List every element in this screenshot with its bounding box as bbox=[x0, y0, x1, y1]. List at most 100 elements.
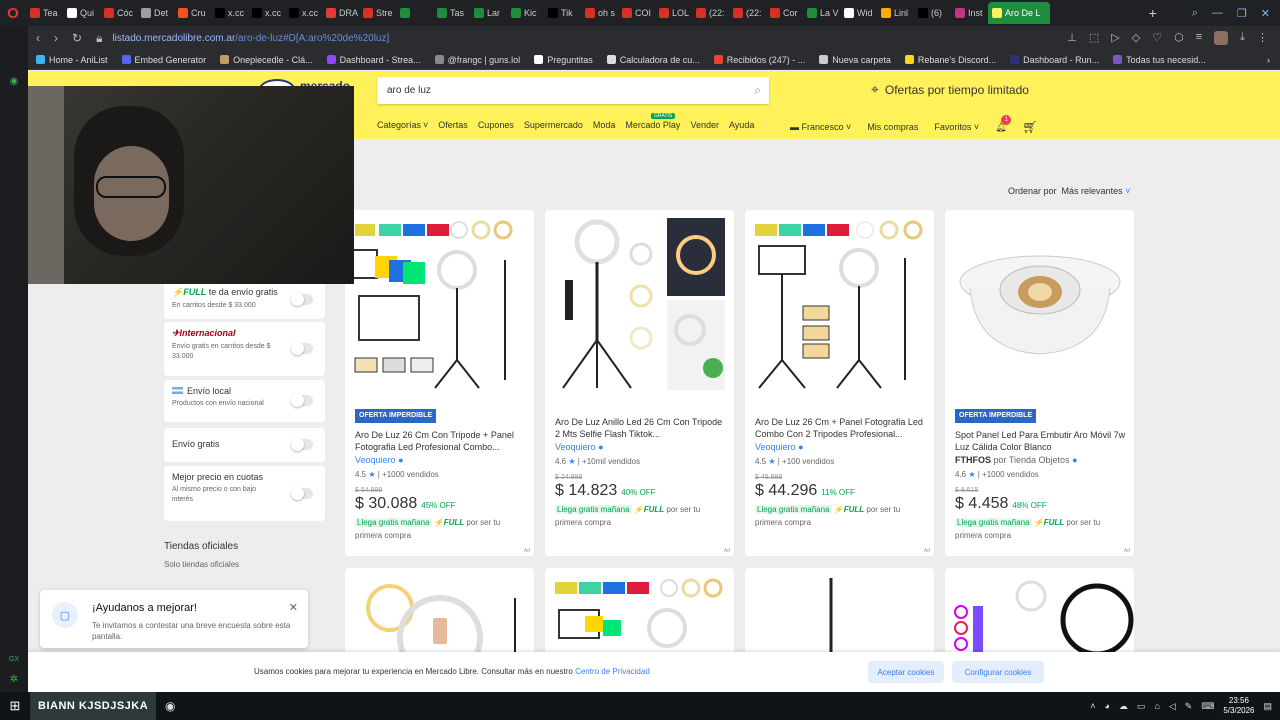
nav-item[interactable]: Categorías bbox=[377, 120, 421, 130]
browser-tab[interactable]: (22: bbox=[692, 2, 729, 24]
opera-logo-icon[interactable]: O bbox=[0, 0, 26, 26]
sidebar-settings-icon[interactable]: ✲ bbox=[7, 674, 21, 688]
notifications-icon[interactable]: ▤ bbox=[1263, 701, 1272, 712]
promo-banner[interactable]: ⌖ Ofertas por tiempo limitado bbox=[871, 81, 1029, 98]
browser-tab[interactable]: La V bbox=[803, 2, 840, 24]
user-menu[interactable]: ▬ Francesco ˅ bbox=[790, 122, 851, 132]
filter-toggle[interactable] bbox=[291, 293, 313, 306]
my-purchases-link[interactable]: Mis compras bbox=[867, 122, 918, 132]
bookmark-item[interactable]: Recibidos (247) - ... bbox=[713, 55, 805, 65]
search-input[interactable]: aro de luz ⌕ bbox=[377, 77, 769, 104]
filter-envio-local[interactable]: Envío local Productos con envío nacional bbox=[164, 380, 325, 422]
filter-cuotas[interactable]: Mejor precio en cuotas Al mismo precio o… bbox=[164, 466, 325, 521]
language-icon[interactable]: ⌨ bbox=[1201, 701, 1214, 712]
browser-tab[interactable]: COI bbox=[618, 2, 655, 24]
feedback-link[interactable]: Te invitamos a contestar una breve encue… bbox=[92, 620, 292, 642]
browser-tab[interactable]: Cóc bbox=[100, 2, 137, 24]
browser-tab[interactable]: x.cc bbox=[211, 2, 248, 24]
nav-item[interactable]: Ayuda bbox=[729, 120, 754, 130]
bookmark-item[interactable]: Home - AniList bbox=[36, 55, 108, 65]
browser-tab[interactable]: Linl bbox=[877, 2, 914, 24]
url-field[interactable]: listado.mercadolibre.com.ar/aro-de-luz#D… bbox=[112, 33, 1053, 44]
nav-item[interactable]: Ofertas bbox=[438, 120, 468, 130]
play-icon[interactable]: ▷ bbox=[1111, 31, 1119, 45]
search-icon[interactable]: ⌕ bbox=[754, 83, 761, 98]
product-seller[interactable]: Veoquiero ● bbox=[555, 441, 727, 453]
pen-icon[interactable]: ✎ bbox=[1185, 701, 1193, 712]
back-icon[interactable]: ‹ bbox=[36, 31, 40, 45]
new-tab-icon[interactable]: + bbox=[1144, 5, 1162, 21]
filter-toggle[interactable] bbox=[291, 486, 313, 500]
accept-cookies-button[interactable]: Aceptar cookies bbox=[868, 661, 944, 683]
product-card[interactable]: Aro De Luz Anillo Led 26 Cm Con Tripode … bbox=[545, 210, 734, 556]
browser-tab[interactable]: Cor bbox=[766, 2, 803, 24]
official-stores-link[interactable]: Solo tiendas oficiales bbox=[164, 560, 239, 569]
battery-icon[interactable]: ▭ bbox=[1137, 701, 1146, 712]
cart-icon[interactable]: 🛒︎ bbox=[1023, 120, 1038, 134]
filter-internacional[interactable]: ✈Internacional Envío gratis en carritos … bbox=[164, 322, 325, 376]
heart-icon[interactable]: ♡ bbox=[1152, 31, 1162, 45]
download-icon[interactable]: ⤓ bbox=[1240, 31, 1245, 45]
network-icon[interactable]: ⌂ bbox=[1154, 701, 1159, 711]
bookmarks-more-icon[interactable]: › bbox=[1267, 55, 1280, 65]
sidebar-whatsapp-icon[interactable]: ◉ bbox=[7, 76, 21, 90]
browser-tab[interactable]: Qui bbox=[63, 2, 100, 24]
chrome-tray-icon[interactable]: ◕ bbox=[1104, 701, 1109, 711]
favorites-link[interactable]: Favoritos ˅ bbox=[934, 122, 979, 132]
product-image[interactable] bbox=[545, 210, 734, 400]
product-card[interactable]: Aro De Luz 26 Cm + Panel Fotografia Led … bbox=[745, 210, 934, 556]
product-card[interactable]: OFERTA IMPERDIBLE Aro De Luz 26 Cm Con Tr… bbox=[345, 210, 534, 556]
browser-tab[interactable]: Tea bbox=[26, 2, 63, 24]
nav-item[interactable]: Cupones bbox=[478, 120, 514, 130]
sort-control[interactable]: Ordenar por Más relevantes ˅ bbox=[1008, 186, 1130, 196]
product-seller[interactable]: Veoquiero ● bbox=[755, 441, 927, 453]
close-icon[interactable]: ✕ bbox=[289, 601, 298, 614]
product-seller[interactable]: Veoquiero ● bbox=[355, 454, 527, 466]
product-title[interactable]: Aro De Luz 26 Cm Con Tripode + Panel Fot… bbox=[355, 429, 527, 453]
privacy-link[interactable]: Centro de Privacidad bbox=[575, 667, 650, 676]
filter-full[interactable]: ⚡FULL te da envío gratis En carritos des… bbox=[164, 281, 325, 319]
browser-tab[interactable]: x.cc bbox=[248, 2, 285, 24]
reload-icon[interactable]: ↻ bbox=[72, 31, 82, 45]
browser-tab[interactable]: Det bbox=[137, 2, 174, 24]
nav-item[interactable]: Supermercado bbox=[524, 120, 583, 130]
vpn-icon[interactable]: ◇ bbox=[1132, 31, 1140, 45]
bookmark-item[interactable]: @frangc | guns.lol bbox=[434, 55, 520, 65]
product-image[interactable] bbox=[945, 210, 1134, 400]
obs-icon[interactable]: ◉ bbox=[156, 692, 184, 720]
filter-toggle[interactable] bbox=[291, 438, 313, 451]
bookmark-item[interactable]: Embed Generator bbox=[121, 55, 206, 65]
browser-tab[interactable]: Lar bbox=[470, 2, 507, 24]
bookmark-item[interactable]: Todas tus necesid... bbox=[1113, 55, 1206, 65]
browser-tab[interactable]: Tik bbox=[544, 2, 581, 24]
browser-tab[interactable]: x.cc bbox=[285, 2, 322, 24]
product-card[interactable]: OFERTA IMPERDIBLE Spot Panel Led Para Emb… bbox=[945, 210, 1134, 556]
active-tab[interactable]: Aro De L bbox=[988, 2, 1050, 24]
product-title[interactable]: Spot Panel Led Para Embutir Aro Móvil 7w… bbox=[955, 429, 1127, 453]
bookmark-item[interactable]: Onepiecedle - Clá... bbox=[220, 55, 313, 65]
onedrive-icon[interactable]: ☁ bbox=[1119, 701, 1128, 712]
clock[interactable]: 23:56 5/3/2026 bbox=[1223, 696, 1254, 716]
search-tabs-icon[interactable]: ⌕ bbox=[1192, 7, 1198, 20]
browser-tab[interactable]: (6) bbox=[914, 2, 951, 24]
bookmark-item[interactable]: Calculadora de cu... bbox=[606, 55, 700, 65]
product-image[interactable] bbox=[745, 210, 934, 400]
pin-icon[interactable]: ⊥ bbox=[1067, 31, 1077, 45]
browser-tab[interactable]: Cru bbox=[174, 2, 211, 24]
nav-item[interactable]: Moda bbox=[593, 120, 616, 130]
close-window-icon[interactable]: ✕ bbox=[1261, 7, 1270, 20]
bookmark-item[interactable]: Dashboard - Strea... bbox=[326, 55, 421, 65]
browser-tab[interactable]: Tas bbox=[433, 2, 470, 24]
profile-avatar[interactable] bbox=[1214, 31, 1229, 45]
browser-tab[interactable]: oh s bbox=[581, 2, 618, 24]
product-image[interactable] bbox=[345, 210, 534, 400]
windows-start-icon[interactable]: ⊞ bbox=[0, 692, 30, 720]
filter-envio-gratis[interactable]: Envío gratis bbox=[164, 428, 325, 462]
bookmark-item[interactable]: Nueva carpeta bbox=[819, 55, 891, 65]
minimize-icon[interactable]: — bbox=[1212, 7, 1223, 20]
browser-tab[interactable]: Inst bbox=[951, 2, 988, 24]
tray-chevron-icon[interactable]: ˄ bbox=[1090, 701, 1095, 711]
browser-tab[interactable]: Kic bbox=[507, 2, 544, 24]
product-title[interactable]: Aro De Luz 26 Cm + Panel Fotografia Led … bbox=[755, 416, 927, 440]
volume-icon[interactable]: ◁ bbox=[1169, 701, 1176, 712]
